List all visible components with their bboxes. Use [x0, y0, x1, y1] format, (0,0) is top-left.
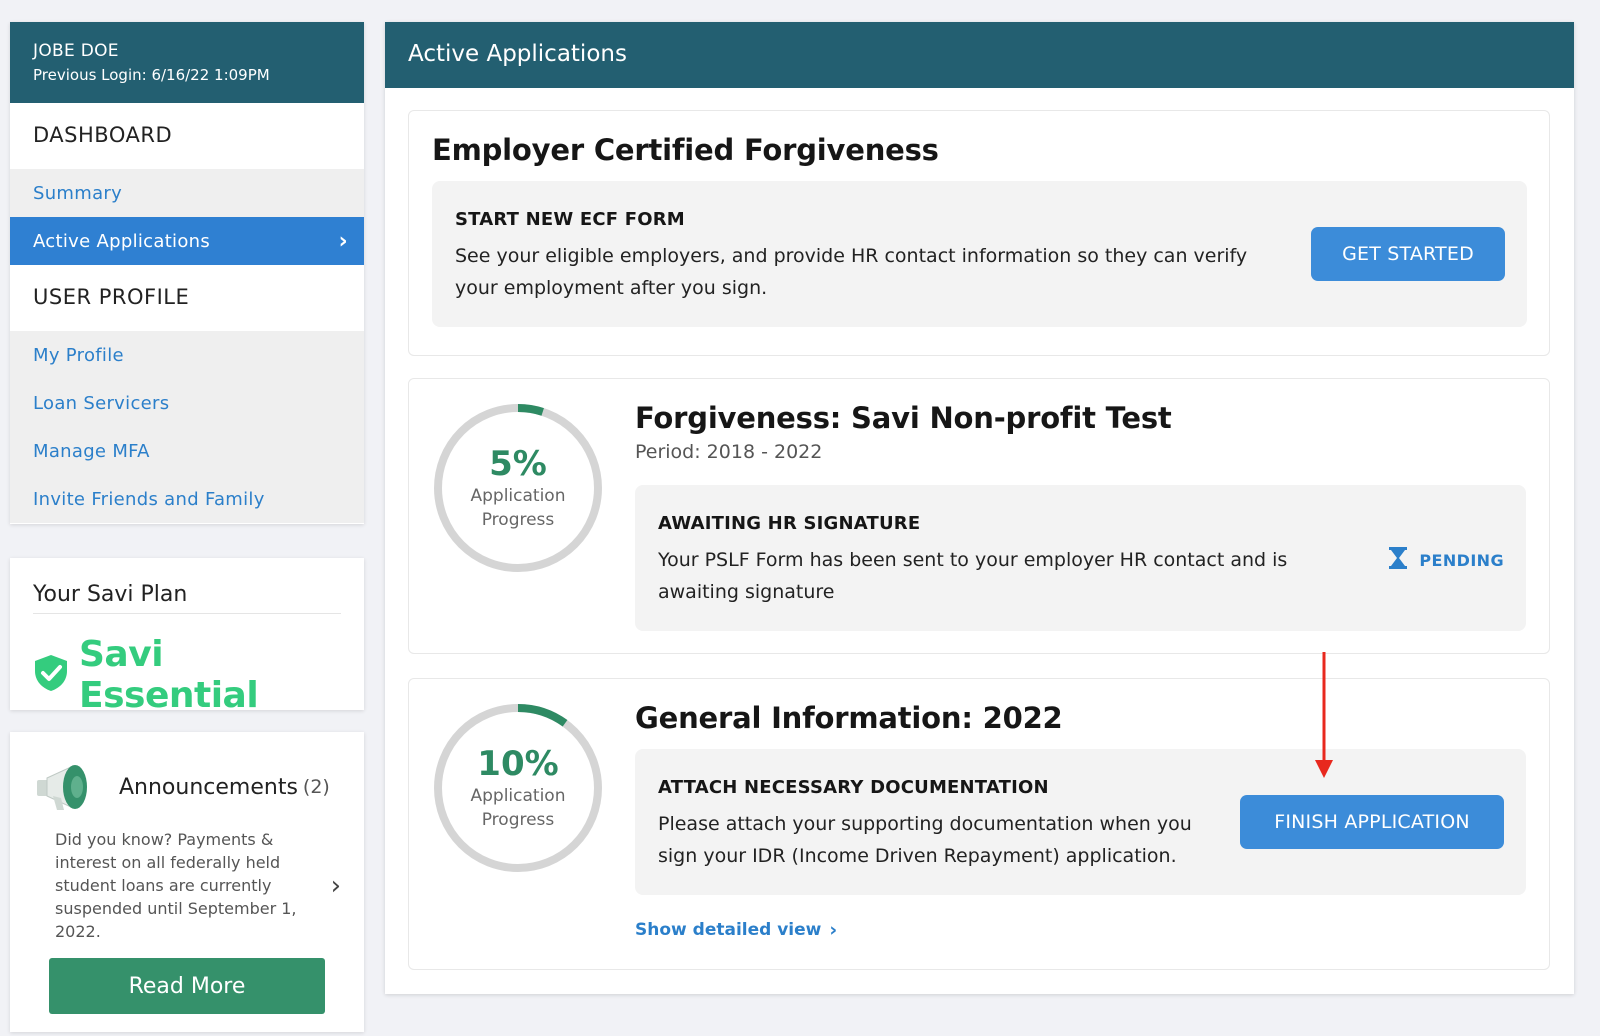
show-detailed-view-link[interactable]: Show detailed view › [635, 919, 837, 941]
sidebar-item-manage-mfa[interactable]: Manage MFA [10, 427, 364, 475]
hr-signature-heading: AWAITING HR SIGNATURE [658, 513, 921, 534]
read-more-button[interactable]: Read More [49, 958, 325, 1014]
progress-percent: 10% [477, 744, 559, 784]
user-header: JOBE DOE Previous Login: 6/16/22 1:09PM [10, 22, 364, 103]
shield-check-icon [33, 654, 79, 696]
announcements-title: Announcements [119, 774, 298, 800]
hr-signature-text: Your PSLF Form has been sent to your emp… [658, 549, 1288, 603]
ecf-title: Employer Certified Forgiveness [432, 133, 939, 167]
sidebar-item-loan-servicers[interactable]: Loan Servicers [10, 379, 364, 427]
chevron-right-icon: › [330, 870, 341, 901]
general-information-card: 10% Application Progress General Informa… [408, 678, 1550, 970]
sidebar-item-my-profile[interactable]: My Profile [10, 331, 364, 379]
megaphone-icon [33, 754, 119, 820]
plan-title: Your Savi Plan [33, 582, 341, 614]
sidebar-item-invite-friends[interactable]: Invite Friends and Family [10, 475, 364, 523]
chevron-right-icon: › [338, 228, 348, 254]
progress-label: Progress [481, 810, 555, 830]
annotation-arrow-icon [1315, 652, 1333, 778]
show-detailed-view-label: Show detailed view [635, 920, 822, 940]
announcements-card: Announcements (2) Did you know? Payments… [10, 732, 364, 1032]
announcements-count: (2) [302, 776, 330, 798]
plan-name: Savi Essential [79, 634, 259, 716]
sidebar-item-label: My Profile [33, 344, 124, 366]
pending-status-label: PENDING [1419, 550, 1504, 570]
sidebar-item-summary[interactable]: Summary [10, 169, 364, 217]
progress-ring: 10% Application Progress [430, 700, 606, 876]
ecf-card: Employer Certified Forgiveness START NEW… [408, 110, 1550, 356]
page-title: Active Applications [385, 22, 1574, 88]
hourglass-icon [1389, 547, 1419, 573]
general-information-title: General Information: 2022 [635, 701, 1063, 735]
documentation-text: Please attach your supporting documentat… [658, 813, 1192, 867]
forgiveness-title: Forgiveness: Savi Non-profit Test [635, 401, 1172, 435]
progress-label: Application [470, 786, 566, 806]
sidebar-item-label: Active Applications [33, 230, 211, 252]
finish-application-button[interactable]: FINISH APPLICATION [1240, 795, 1504, 849]
sidebar-item-label: Summary [33, 182, 123, 204]
forgiveness-period: Period: 2018 - 2022 [635, 441, 823, 463]
previous-login: Previous Login: 6/16/22 1:09PM [33, 66, 270, 84]
savi-plan-card: Your Savi Plan Savi Essential [10, 558, 364, 716]
progress-label: Progress [481, 510, 555, 530]
sidebar-item-active-applications[interactable]: Active Applications › [10, 217, 364, 265]
progress-ring: 5% Application Progress [430, 400, 606, 576]
announcement-item[interactable]: Did you know? Payments & interest on all… [33, 828, 341, 943]
dashboard-heading: DASHBOARD [10, 103, 364, 169]
progress-percent: 5% [489, 444, 547, 484]
ecf-box: START NEW ECF FORM See your eligible emp… [432, 181, 1527, 327]
progress-label: Application [470, 486, 566, 506]
user-profile-heading: USER PROFILE [10, 265, 364, 331]
get-started-button[interactable]: GET STARTED [1311, 227, 1505, 281]
sidebar-nav: JOBE DOE Previous Login: 6/16/22 1:09PM … [10, 22, 364, 524]
forgiveness-card: 5% Application Progress Forgiveness: Sav… [408, 378, 1550, 654]
ecf-box-text: See your eligible employers, and provide… [455, 245, 1248, 299]
pending-status-badge: PENDING [1389, 547, 1504, 573]
announcement-text: Did you know? Payments & interest on all… [55, 830, 297, 941]
chevron-right-icon: › [829, 919, 838, 941]
documentation-box: ATTACH NECESSARY DOCUMENTATION Please at… [635, 749, 1526, 895]
sidebar-item-label: Manage MFA [33, 440, 150, 462]
sidebar-item-label: Loan Servicers [33, 392, 170, 414]
user-name: JOBE DOE [33, 41, 119, 61]
hr-signature-box: AWAITING HR SIGNATURE Your PSLF Form has… [635, 485, 1526, 631]
sidebar-item-label: Invite Friends and Family [33, 488, 265, 510]
active-applications-panel: Active Applications Employer Certified F… [385, 22, 1574, 994]
